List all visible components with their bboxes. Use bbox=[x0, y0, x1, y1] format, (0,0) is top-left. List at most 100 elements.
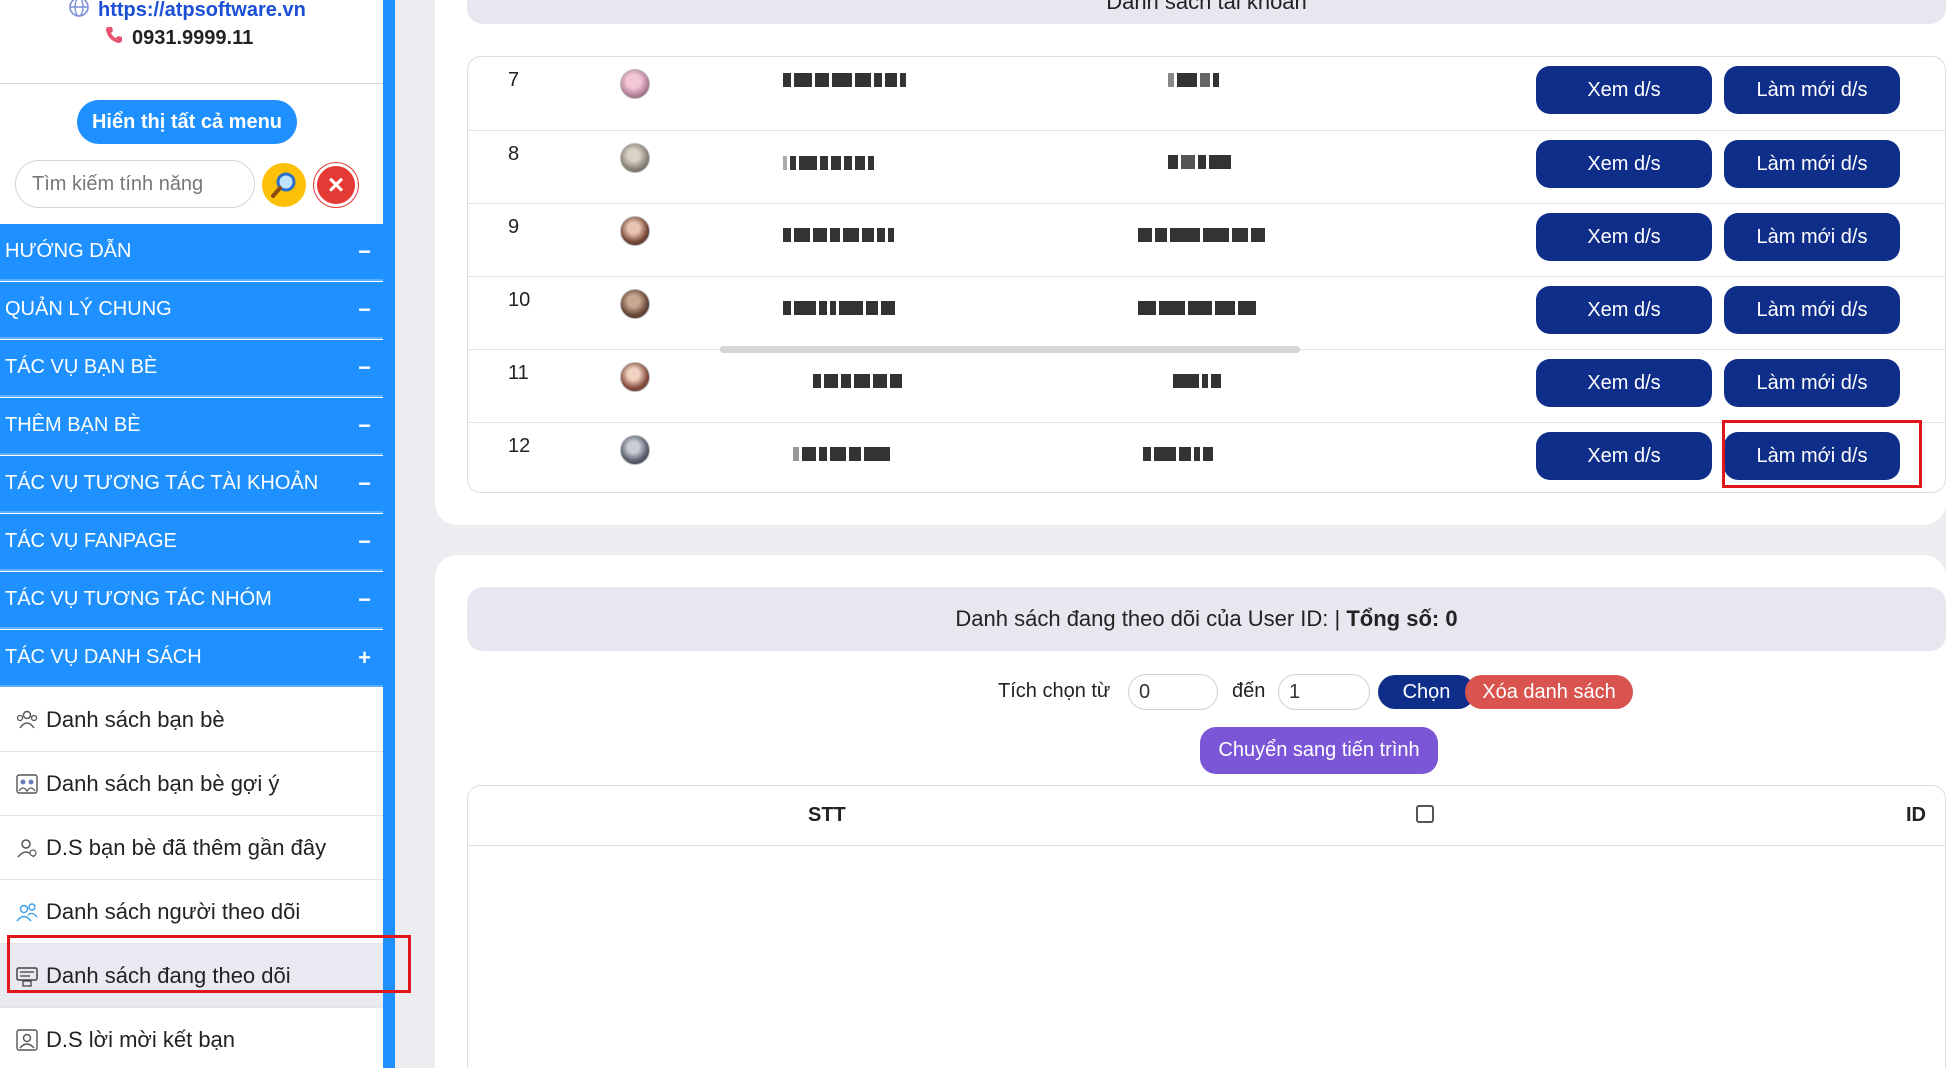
menu-group-label: TÁC VỤ BẠN BÈ bbox=[5, 356, 158, 378]
menu-group-label: QUẢN LÝ CHUNG bbox=[5, 298, 172, 320]
following-table: STT ID bbox=[467, 785, 1946, 1068]
refresh-list-button[interactable]: Làm mới d/s bbox=[1724, 213, 1900, 261]
view-list-button[interactable]: Xem d/s bbox=[1536, 359, 1712, 407]
sidebar-item-recent-friends[interactable]: D.S bạn bè đã thêm gần đây bbox=[0, 816, 383, 880]
sidebar: https://atpsoftware.vn 0931.9999.11 Hiển… bbox=[0, 0, 383, 1068]
following-list-title: Danh sách đang theo dõi của User ID: | bbox=[955, 606, 1347, 631]
menu-group-label: TÁC VỤ DANH SÁCH bbox=[5, 646, 202, 668]
blurred-name bbox=[783, 156, 877, 170]
view-list-button[interactable]: Xem d/s bbox=[1536, 432, 1712, 480]
menu-group-label: TÁC VỤ FANPAGE bbox=[5, 530, 177, 552]
blurred-id bbox=[1173, 374, 1224, 388]
feature-search-box bbox=[15, 160, 255, 208]
collapse-icon: − bbox=[358, 296, 371, 322]
avatar bbox=[620, 362, 650, 392]
row-number: 10 bbox=[508, 289, 531, 311]
website-link[interactable]: https://atpsoftware.vn bbox=[68, 0, 306, 24]
header-divider bbox=[468, 845, 1946, 846]
sidebar-item-friend-requests[interactable]: D.S lời mời kết bạn bbox=[0, 1008, 383, 1068]
column-header-id: ID bbox=[1906, 804, 1926, 826]
blurred-name bbox=[783, 73, 909, 87]
clear-list-button[interactable]: Xóa danh sách bbox=[1465, 675, 1633, 709]
row-number: 11 bbox=[508, 362, 529, 384]
collapse-icon: − bbox=[358, 238, 371, 264]
menu-group-tuong-tac-tai-khoan[interactable]: TÁC VỤ TƯƠNG TÁC TÀI KHOẢN − bbox=[0, 456, 383, 513]
followers-icon bbox=[14, 899, 40, 925]
view-list-button[interactable]: Xem d/s bbox=[1536, 140, 1712, 188]
menu-group-label: HƯỚNG DẪN bbox=[5, 240, 132, 262]
refresh-list-button[interactable]: Làm mới d/s bbox=[1724, 286, 1900, 334]
blurred-id bbox=[1138, 301, 1259, 315]
move-to-process-button[interactable]: Chuyển sang tiến trình bbox=[1200, 727, 1438, 774]
collapse-icon: − bbox=[358, 528, 371, 554]
range-to-input[interactable] bbox=[1278, 674, 1370, 710]
row-number: 9 bbox=[508, 216, 520, 238]
expand-icon: + bbox=[358, 644, 371, 670]
menu-group-quan-ly-chung[interactable]: QUẢN LÝ CHUNG − bbox=[0, 282, 383, 339]
view-list-button[interactable]: Xem d/s bbox=[1536, 66, 1712, 114]
globe-icon bbox=[68, 0, 90, 24]
menu-group-them-ban-be[interactable]: THÊM BẠN BÈ − bbox=[0, 398, 383, 455]
close-icon[interactable]: × bbox=[314, 163, 358, 207]
table-row: 10 Xem d/s Làm mới d/s bbox=[468, 276, 1945, 349]
avatar bbox=[620, 216, 650, 246]
sidebar-item-friends-list[interactable]: Danh sách bạn bè bbox=[0, 688, 383, 752]
blurred-name bbox=[783, 228, 897, 242]
sidebar-scroll-edge bbox=[383, 0, 395, 1068]
account-list-header: Danh sách tài khoản bbox=[467, 0, 1946, 24]
search-icon[interactable] bbox=[262, 163, 306, 207]
sidebar-item-suggested-friends[interactable]: Danh sách bạn bè gợi ý bbox=[0, 752, 383, 816]
table-row: 8 Xem d/s Làm mới d/s bbox=[468, 130, 1945, 203]
menu-group-danh-sach[interactable]: TÁC VỤ DANH SÁCH + bbox=[0, 630, 383, 687]
menu-group-label: TÁC VỤ TƯƠNG TÁC NHÓM bbox=[5, 588, 272, 610]
menu-group-fanpage[interactable]: TÁC VỤ FANPAGE − bbox=[0, 514, 383, 571]
blurred-id bbox=[1138, 228, 1268, 242]
highlight-box-refresh-button bbox=[1722, 420, 1922, 488]
avatar bbox=[620, 435, 650, 465]
collapse-icon: − bbox=[358, 354, 371, 380]
avatar bbox=[620, 143, 650, 173]
table-row: 9 Xem d/s Làm mới d/s bbox=[468, 203, 1945, 276]
collapse-icon: − bbox=[358, 586, 371, 612]
recent-friend-icon bbox=[14, 835, 40, 861]
refresh-list-button[interactable]: Làm mới d/s bbox=[1724, 66, 1900, 114]
collapse-icon: − bbox=[358, 470, 371, 496]
feature-search-input[interactable] bbox=[32, 172, 232, 196]
range-from-input[interactable] bbox=[1128, 674, 1218, 710]
horizontal-scrollbar[interactable] bbox=[720, 346, 1300, 353]
phone-icon bbox=[104, 25, 124, 51]
table-row: 11 Xem d/s Làm mới d/s bbox=[468, 349, 1945, 422]
divider bbox=[0, 83, 383, 84]
sidebar-item-label: D.S lời mời kết bạn bbox=[46, 1026, 236, 1052]
refresh-list-button[interactable]: Làm mới d/s bbox=[1724, 359, 1900, 407]
blurred-name bbox=[813, 374, 905, 388]
view-list-button[interactable]: Xem d/s bbox=[1536, 213, 1712, 261]
menu-group-tuong-tac-nhom[interactable]: TÁC VỤ TƯƠNG TÁC NHÓM − bbox=[0, 572, 383, 629]
phone-number: 0931.9999.11 bbox=[104, 25, 253, 51]
range-to-label: đến bbox=[1232, 680, 1266, 702]
friends-icon bbox=[14, 707, 40, 733]
table-row: 7 Xem d/s Làm mới d/s bbox=[468, 57, 1945, 130]
following-list-header: Danh sách đang theo dõi của User ID: | T… bbox=[467, 587, 1946, 651]
column-header-stt: STT bbox=[808, 804, 846, 826]
row-number: 7 bbox=[508, 69, 520, 91]
menu-group-tac-vu-ban-be[interactable]: TÁC VỤ BẠN BÈ − bbox=[0, 340, 383, 397]
sidebar-item-label: D.S bạn bè đã thêm gần đây bbox=[46, 834, 327, 860]
show-all-menu-button[interactable]: Hiển thị tất cả menu bbox=[77, 100, 297, 144]
select-all-checkbox[interactable] bbox=[1416, 805, 1434, 823]
website-url-text: https://atpsoftware.vn bbox=[98, 0, 306, 21]
blurred-name bbox=[783, 301, 898, 315]
menu-group-huong-dan[interactable]: HƯỚNG DẪN − bbox=[0, 224, 383, 281]
refresh-list-button[interactable]: Làm mới d/s bbox=[1724, 140, 1900, 188]
menu-group-label: TÁC VỤ TƯƠNG TÁC TÀI KHOẢN bbox=[5, 472, 319, 494]
account-list-title: Danh sách tài khoản bbox=[1106, 0, 1307, 14]
choose-button[interactable]: Chọn bbox=[1378, 675, 1475, 709]
sidebar-item-label: Danh sách người theo dõi bbox=[46, 898, 301, 924]
friend-request-icon bbox=[14, 1027, 40, 1053]
phone-text: 0931.9999.11 bbox=[132, 26, 254, 49]
sidebar-item-label: Danh sách bạn bè gợi ý bbox=[46, 770, 280, 796]
row-number: 8 bbox=[508, 143, 520, 165]
view-list-button[interactable]: Xem d/s bbox=[1536, 286, 1712, 334]
suggested-friends-icon bbox=[14, 771, 40, 797]
avatar bbox=[620, 69, 650, 99]
